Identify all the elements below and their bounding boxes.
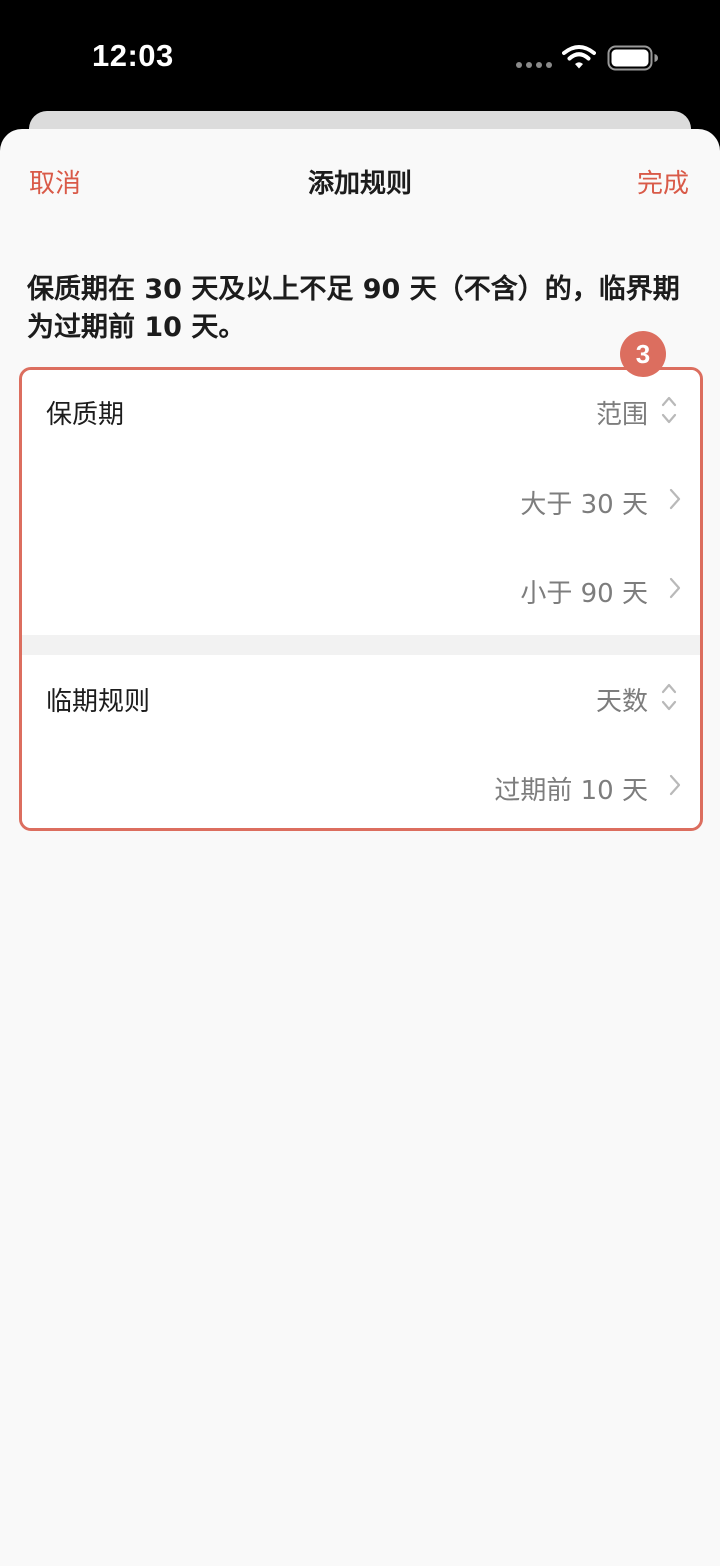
expiry-rule-mode-select[interactable]: 天数 (596, 681, 648, 718)
shelf-life-min-row[interactable]: 大于 30 天 (520, 484, 648, 521)
page-title: 添加规则 (307, 169, 412, 199)
shelf-life-label: 保质期 (46, 400, 125, 430)
rule-form-highlight: 保质期 范围 大于 30 天 小于 90 天 临期规则 天数 过期前 10 天 (19, 367, 703, 831)
home-indicator (0, 1555, 720, 1566)
chevron-right-icon (669, 774, 681, 796)
expiry-rule-group: 临期规则 天数 过期前 10 天 (22, 655, 700, 828)
shelf-life-group: 保质期 范围 大于 30 天 小于 90 天 (22, 370, 700, 635)
chevron-up-down-icon (661, 396, 677, 424)
expiry-rule-label: 临期规则 (46, 687, 151, 717)
battery-icon (607, 45, 658, 71)
chevron-right-icon (669, 488, 681, 510)
chevron-right-icon (669, 577, 681, 599)
add-rule-sheet: 取消 添加规则 完成 保质期在 30 天及以上不足 90 天（不含）的，临界期为… (0, 129, 720, 1566)
rule-description: 保质期在 30 天及以上不足 90 天（不含）的，临界期为过期前 10 天。 (27, 274, 680, 343)
signal-dots-icon (516, 62, 552, 68)
status-bar: 12:03 (0, 0, 720, 112)
chevron-up-down-icon (661, 683, 677, 711)
done-button[interactable]: 完成 (637, 163, 689, 200)
wifi-icon (562, 45, 596, 69)
shelf-life-mode-select[interactable]: 范围 (596, 394, 648, 431)
step-number-badge: 3 (620, 331, 666, 377)
status-time: 12:03 (92, 38, 174, 73)
shelf-life-max-row[interactable]: 小于 90 天 (520, 573, 648, 610)
expiry-days-row[interactable]: 过期前 10 天 (494, 770, 648, 807)
